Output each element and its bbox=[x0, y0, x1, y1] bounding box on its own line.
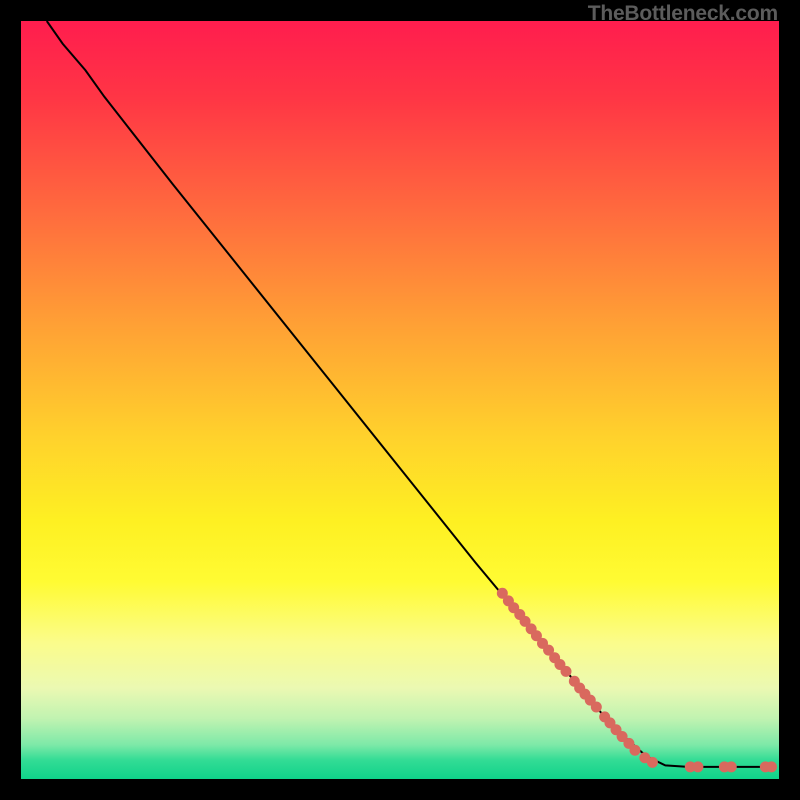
scatter-point bbox=[561, 666, 572, 677]
scatter-point bbox=[629, 745, 640, 756]
chart-frame: TheBottleneck.com bbox=[0, 0, 800, 800]
scatter-point bbox=[726, 761, 737, 772]
chart-plot bbox=[21, 21, 779, 779]
scatter-point bbox=[591, 701, 602, 712]
scatter-point bbox=[692, 761, 703, 772]
watermark-text: TheBottleneck.com bbox=[588, 2, 778, 26]
scatter-point bbox=[647, 757, 658, 768]
scatter-point bbox=[766, 761, 777, 772]
